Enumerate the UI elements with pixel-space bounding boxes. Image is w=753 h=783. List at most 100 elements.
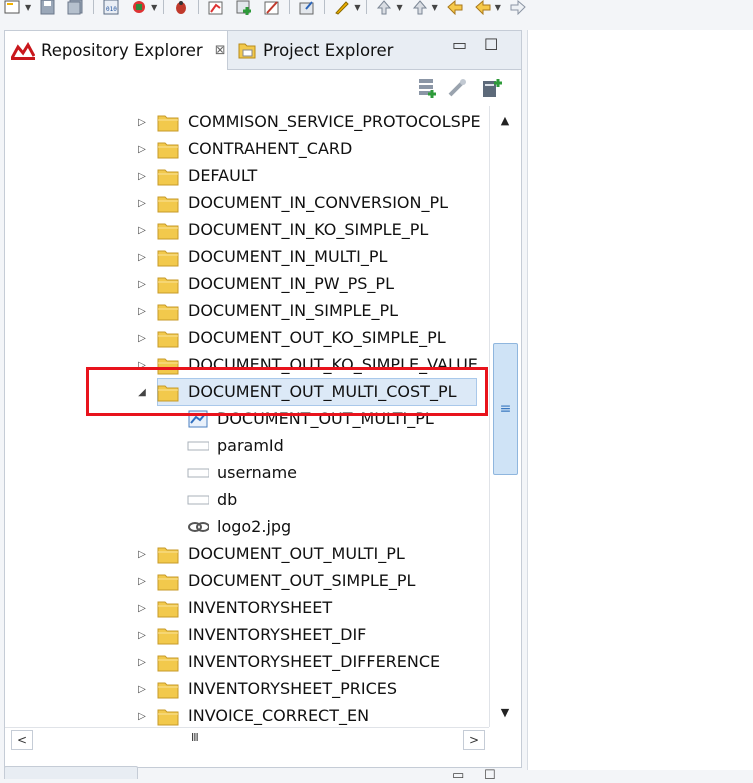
expand-icon[interactable]: ▷ [136,548,148,560]
expand-icon[interactable]: ▷ [136,116,148,128]
horizontal-scrollbar[interactable]: < III > [5,727,489,750]
scroll-up-icon[interactable]: ▲ [494,110,516,130]
tree-item-label: DOCUMENT_IN_SIMPLE_PL [188,301,399,320]
tree-item-label: DOCUMENT_IN_PW_PS_PL [188,274,394,293]
back-icon[interactable] [444,0,466,17]
expand-icon[interactable]: ▷ [136,170,148,182]
folder-icon [157,138,179,160]
tree-item-folder[interactable]: ▷ DOCUMENT_IN_KO_SIMPLE_PL [5,216,489,243]
expand-icon[interactable]: ▷ [136,251,148,263]
scroll-left-icon[interactable]: < [11,730,33,750]
run-config-icon[interactable] [128,0,150,17]
back-dropdown-icon[interactable]: ▼ [495,3,501,12]
bottom-maximize-icon[interactable]: ☐ [484,768,496,783]
folder-icon [157,597,179,619]
tree-item-folder[interactable]: ▷ DOCUMENT_IN_MULTI_PL [5,243,489,270]
tree-item-child[interactable]: db [5,486,489,513]
next-annotation-icon[interactable] [409,0,431,17]
expand-icon[interactable]: ▷ [136,710,148,722]
folder-icon [157,678,179,700]
tree-item-label: DEFAULT [188,166,258,185]
tree-item-label: username [217,463,297,482]
expand-icon[interactable]: ▷ [136,629,148,641]
expand-icon[interactable]: ▷ [136,656,148,668]
tree-item-label: DOCUMENT_OUT_SIMPLE_PL [188,571,416,590]
horizontal-scroll-thumb[interactable]: III [191,731,199,744]
bottom-view-tab[interactable] [4,766,138,779]
tree-item-label: db [217,490,238,509]
prev-annotation-dropdown-icon[interactable]: ▼ [396,3,402,12]
save-all-icon[interactable] [65,0,87,17]
pen-icon[interactable] [331,0,353,17]
tree-item-folder[interactable]: ▷ DOCUMENT_IN_SIMPLE_PL [5,297,489,324]
expand-icon[interactable]: ▷ [136,575,148,587]
new-report-icon[interactable] [479,76,503,100]
folder-icon [157,570,179,592]
minimize-icon[interactable]: ▭ [452,35,467,54]
tree-item-folder[interactable]: ▷ INVENTORYSHEET [5,594,489,621]
parameter-icon [187,462,209,484]
expand-icon[interactable]: ▷ [136,332,148,344]
folder-icon [157,705,179,727]
view-tab-bar: Repository Explorer ⊠ Project Explorer ▭… [5,31,521,70]
tree-item-folder[interactable]: ▷ CONTRAHENT_CARD [5,135,489,162]
vertical-scroll-thumb[interactable]: ≡ [493,343,518,475]
toolbar-separator [163,0,165,14]
tree-item-folder[interactable]: ▷ DOCUMENT_IN_CONVERSION_PL [5,189,489,216]
run-dropdown-icon[interactable]: ▼ [151,3,157,12]
tree-item-folder[interactable]: ▷ DOCUMENT_OUT_SIMPLE_PL [5,567,489,594]
new-file-icon[interactable] [2,0,24,17]
tree-item-folder[interactable]: ▷ DOCUMENT_OUT_MULTI_PL [5,540,489,567]
repository-icon [11,41,35,60]
close-icon[interactable]: ⊠ [215,43,226,58]
tree-item-child[interactable]: username [5,459,489,486]
new-file-dropdown-icon[interactable]: ▼ [25,3,31,12]
back-nav-icon[interactable] [472,0,494,17]
tree-item-folder[interactable]: ▷ INVENTORYSHEET_DIF [5,621,489,648]
expand-icon[interactable]: ▷ [136,224,148,236]
expand-icon[interactable]: ▷ [136,197,148,209]
save-icon[interactable] [37,0,59,17]
expand-icon[interactable]: ▷ [136,683,148,695]
tree-item-folder[interactable]: ▷ COMMISON_SERVICE_PROTOCOLSPE [5,108,489,135]
tree-item-folder[interactable]: ▷ INVENTORYSHEET_DIFFERENCE [5,648,489,675]
add-repository-icon[interactable] [415,76,439,100]
expand-icon[interactable]: ▷ [136,602,148,614]
binary-icon[interactable]: 010 [100,0,122,17]
forward-icon[interactable] [507,0,529,17]
export-icon[interactable] [296,0,318,17]
tree-item-label: INVENTORYSHEET_DIFFERENCE [188,652,441,671]
tab-project-explorer[interactable]: Project Explorer [231,31,401,69]
repository-explorer-view: Repository Explorer ⊠ Project Explorer ▭… [4,30,522,768]
expand-icon[interactable]: ▷ [136,143,148,155]
tree-item-folder[interactable]: ▷ INVENTORYSHEET_PRICES [5,675,489,702]
pen-dropdown-icon[interactable]: ▼ [354,3,360,12]
tree-item-folder[interactable]: ▷ DEFAULT [5,162,489,189]
tree-item-child[interactable]: logo2.jpg [5,513,489,540]
add-dataset-icon[interactable] [233,0,255,17]
connect-icon[interactable] [445,76,469,100]
edit-chart-icon[interactable] [261,0,283,17]
expand-icon[interactable]: ▷ [136,278,148,290]
debug-icon[interactable] [170,0,192,17]
tree-item-label: CONTRAHENT_CARD [188,139,353,158]
svg-text:010: 010 [106,6,117,13]
tree-item-folder[interactable]: ▷ DOCUMENT_OUT_KO_SIMPLE_PL [5,324,489,351]
tree-item-child[interactable]: paramId [5,432,489,459]
repository-tree[interactable]: ▷ COMMISON_SERVICE_PROTOCOLSPE ▷ CONTRAHENT… [5,106,489,727]
tab-repository-explorer[interactable]: Repository Explorer ⊠ [5,31,228,70]
maximize-icon[interactable]: ☐ [484,35,498,54]
vertical-scrollbar[interactable]: ▲ ≡ ▼ [489,106,521,727]
tree-item-folder[interactable]: ▷ DOCUMENT_IN_PW_PS_PL [5,270,489,297]
expand-icon[interactable]: ▷ [136,305,148,317]
scroll-right-icon[interactable]: > [463,730,485,750]
next-annotation-dropdown-icon[interactable]: ▼ [432,3,438,12]
bottom-minimize-icon[interactable]: ▭ [452,768,464,783]
tab-repository-explorer-label: Repository Explorer [41,41,203,60]
chart-edit-icon[interactable] [205,0,227,17]
parameter-icon [187,435,209,457]
scroll-down-icon[interactable]: ▼ [494,702,516,722]
tree-item-folder[interactable]: ▷ INVOICE_CORRECT_EN [5,702,489,727]
prev-annotation-icon[interactable] [373,0,395,17]
folder-icon [157,300,179,322]
